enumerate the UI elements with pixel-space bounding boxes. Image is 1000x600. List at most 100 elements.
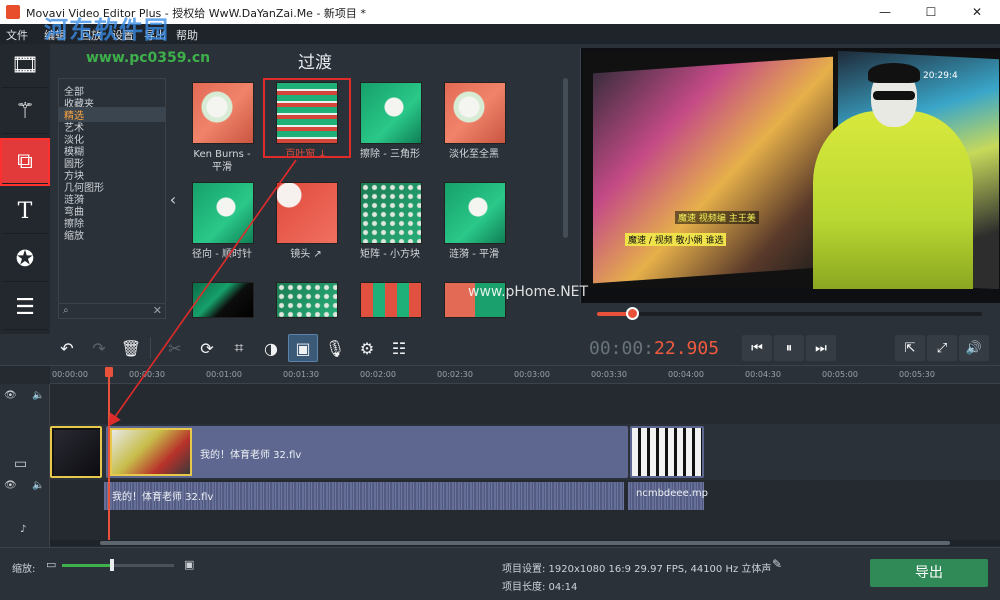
zoom-slider[interactable]	[62, 559, 174, 571]
timeline-scrollbar[interactable]	[50, 540, 1000, 546]
clip-name: 我的！体育老师 32.flv	[200, 450, 302, 461]
transition-thumb[interactable]	[192, 82, 254, 144]
seek-bar[interactable]	[597, 307, 982, 320]
next-frame-button[interactable]: ⏭	[806, 335, 836, 361]
speaker-icon[interactable]: 🔈	[32, 390, 44, 401]
transition-thumb[interactable]	[192, 182, 254, 244]
zoom-in-icon[interactable]: ▣	[184, 558, 194, 571]
video-caption: 魔速 / 视频 敬小娴 谁选	[625, 233, 727, 246]
minimize-button[interactable]: —	[862, 0, 908, 24]
video-preview[interactable]: 魔速 视频编 主王美 魔速 / 视频 敬小娴 谁选 20:29:4	[583, 51, 999, 289]
timeline-clip[interactable]: 我的！体育老师 32.flv	[106, 426, 628, 478]
menu-help[interactable]: 帮助	[176, 27, 198, 43]
project-settings: 项目设置: 1920x1080 16:9 29.97 FPS, 44100 Hz…	[502, 564, 772, 575]
eye-icon[interactable]: 👁	[4, 390, 17, 401]
playhead-handle[interactable]	[105, 367, 113, 377]
delete-button[interactable]: 🗑	[116, 334, 146, 362]
search-icon: ⌕	[63, 305, 69, 316]
maximize-button[interactable]: ☐	[908, 0, 954, 24]
zoom-slider-handle[interactable]	[110, 559, 115, 571]
settings-button[interactable]: ⚙	[352, 334, 382, 362]
timeline-scroll-thumb[interactable]	[100, 541, 950, 545]
more-tools-tab[interactable]: ☰	[2, 286, 48, 330]
transition-label: 矩阵 - 小方块	[360, 249, 420, 260]
microphone-icon: 🎙	[324, 338, 346, 358]
video-subject-glasses	[873, 91, 915, 100]
zoom-label: 缩放:	[12, 564, 36, 575]
crop-icon: ⌗	[234, 338, 244, 357]
ruler-tick: 00:03:30	[591, 370, 627, 379]
collapse-panel-button[interactable]: ‹	[166, 190, 180, 210]
transition-thumb[interactable]	[360, 82, 422, 144]
speaker-icon: 🔊	[965, 340, 983, 356]
film-import-icon: 🎞	[11, 53, 39, 78]
video-track-icon: ▭	[14, 456, 28, 472]
video-track: 我的！体育老师 32.flv	[50, 424, 1000, 480]
stickers-tab[interactable]: ✪	[2, 238, 48, 282]
category-list: 全部 收藏夹 精选 艺术 淡化 模糊 圆形 方块 几何图形 涟漪 弯曲 擦除 缩…	[58, 78, 166, 318]
timeline-clip[interactable]	[50, 426, 102, 478]
timecode-display: 00:00:22.905	[589, 338, 719, 359]
previous-frame-button[interactable]: ⏮	[742, 335, 772, 361]
timeline-playhead[interactable]	[105, 367, 113, 540]
category-item[interactable]: 缩放	[64, 227, 84, 242]
clear-search-icon[interactable]: ✕	[153, 304, 162, 317]
transition-thumb[interactable]	[444, 182, 506, 244]
transition-label: 镜头 ↗	[290, 249, 322, 260]
transitions-scrollbar[interactable]	[563, 78, 568, 238]
ruler-tick: 00:05:30	[899, 370, 935, 379]
edit-toolbar: ↶ ↷ 🗑 ✂ ⟳ ⌗ ◑ ▣ 🎙 ⚙ ☷	[50, 333, 580, 363]
transitions-tab[interactable]: ⧉	[0, 138, 50, 186]
eye-icon[interactable]: 👁	[4, 480, 17, 491]
transition-thumb[interactable]	[192, 282, 254, 318]
image-button[interactable]: ▣	[288, 334, 318, 362]
transition-thumb[interactable]	[360, 282, 422, 318]
undo-button[interactable]: ↶	[52, 334, 82, 362]
music-note-icon: ♪	[20, 524, 27, 535]
selection-highlight-box	[263, 78, 351, 158]
rotate-button[interactable]: ⟳	[192, 334, 222, 362]
export-button[interactable]: 导出	[870, 559, 988, 587]
zoom-out-icon[interactable]: ▭	[46, 558, 56, 571]
text-icon: T	[17, 199, 33, 224]
record-audio-button[interactable]: 🎙	[320, 334, 350, 362]
site-url-watermark: www.pc0359.cn	[86, 50, 211, 66]
cut-button[interactable]: ✂	[160, 334, 190, 362]
video-clock-overlay: 20:29:4	[923, 71, 958, 81]
fullscreen-icon: ⤢	[936, 340, 948, 356]
redo-button[interactable]: ↷	[84, 334, 114, 362]
timeline-clip[interactable]	[630, 426, 704, 478]
edit-settings-icon[interactable]: ✎	[772, 557, 782, 571]
titles-tab[interactable]: T	[2, 190, 48, 234]
fullscreen-button[interactable]: ⤢	[927, 335, 957, 361]
equalizer-button[interactable]: ☷	[384, 334, 414, 362]
status-bar	[0, 547, 1000, 600]
clip-thumbnail	[632, 428, 702, 476]
timeline-ruler[interactable]: 00:00:00 00:00:30 00:01:00 00:01:30 00:0…	[50, 366, 1000, 384]
redo-icon: ↷	[92, 338, 106, 358]
pause-button[interactable]: ⏸	[774, 335, 804, 361]
speaker-icon[interactable]: 🔈	[32, 480, 44, 491]
ruler-tick: 00:01:00	[206, 370, 242, 379]
volume-button[interactable]: 🔊	[959, 335, 989, 361]
player-watermark: www.pHome.NET	[468, 284, 589, 300]
category-search-input[interactable]: ⌕ ✕	[58, 303, 166, 319]
image-icon: ▣	[295, 338, 311, 358]
close-button[interactable]: ✕	[954, 0, 1000, 24]
external-window-icon: ⇱	[904, 340, 916, 356]
audio-clip-name: ncmbdeee.mp	[636, 488, 708, 499]
video-subject-hair	[868, 63, 920, 83]
menu-file[interactable]: 文件	[6, 27, 28, 43]
crop-button[interactable]: ⌗	[224, 334, 254, 362]
transition-thumb[interactable]	[444, 82, 506, 144]
filters-tab[interactable]: ⚚	[2, 90, 48, 134]
import-tab[interactable]: 🎞	[2, 44, 48, 88]
gear-icon: ⚙	[359, 338, 375, 358]
transition-thumb[interactable]	[276, 182, 338, 244]
seek-handle[interactable]	[625, 307, 639, 320]
color-adjust-button[interactable]: ◑	[256, 334, 286, 362]
skip-forward-icon: ⏭	[815, 340, 827, 356]
transition-thumb[interactable]	[276, 282, 338, 318]
detach-player-button[interactable]: ⇱	[895, 335, 925, 361]
transition-thumb[interactable]	[360, 182, 422, 244]
